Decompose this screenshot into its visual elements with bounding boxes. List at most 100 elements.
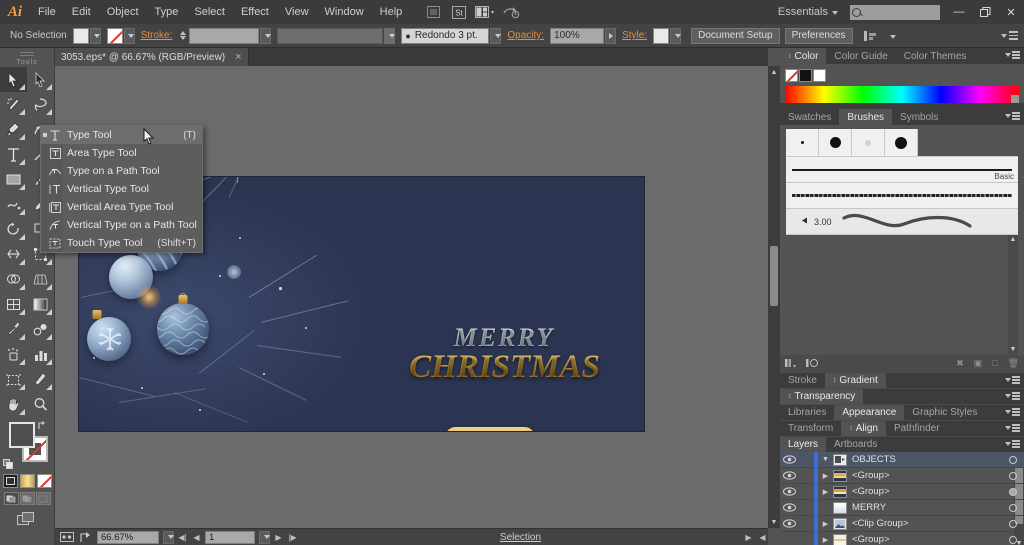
brush-item-basic[interactable]: Basic (786, 157, 1018, 183)
brush-item-charcoal[interactable] (786, 183, 1018, 209)
style-dropdown[interactable] (670, 27, 682, 44)
default-fill-stroke-icon[interactable] (3, 459, 14, 470)
next-artboard-icon[interactable]: ▶ (273, 531, 284, 544)
lasso-tool[interactable] (27, 92, 54, 117)
layer-row-clip-group[interactable]: ▶ <Clip Group> (780, 515, 1024, 532)
layer-name[interactable]: <Clip Group> (852, 518, 1002, 529)
shop-now-button[interactable]: SHOP NOW! (445, 427, 535, 431)
visibility-eye-icon[interactable] (780, 471, 799, 480)
tab-color-themes[interactable]: Color Themes (895, 48, 975, 64)
draw-inside-button[interactable] (35, 492, 51, 505)
close-button[interactable]: ✕ (998, 0, 1024, 24)
prev-artboard-icon[interactable]: ◀ (191, 531, 202, 544)
stroke-color-swatch[interactable] (106, 27, 123, 44)
swap-fill-stroke-icon[interactable] (37, 420, 48, 434)
draw-normal-button[interactable] (3, 492, 19, 505)
expand-arrow-icon[interactable]: ▶ (818, 472, 833, 480)
tab-color[interactable]: ↕ Color (780, 48, 827, 64)
flyout-item-touch-type-tool[interactable]: Touch Type Tool (Shift+T) (41, 234, 202, 252)
arrange-documents-icon[interactable] (474, 3, 496, 21)
target-indicator[interactable] (1002, 471, 1024, 480)
artboard-tool[interactable] (0, 367, 27, 392)
eyedropper-tool[interactable] (0, 317, 27, 342)
expand-arrow-icon[interactable]: ▶ (818, 520, 833, 528)
document-setup-button[interactable]: Document Setup (691, 27, 780, 44)
brush-item-dot-large[interactable] (885, 129, 918, 156)
scroll-down-icon[interactable]: ▼ (768, 516, 780, 528)
stroke-weight-field[interactable] (189, 27, 260, 44)
stock-icon[interactable]: St (448, 3, 470, 21)
brush-libraries-menu-icon[interactable] (785, 358, 799, 370)
delete-brush-icon[interactable]: 🗑 (1008, 358, 1019, 369)
tab-stroke[interactable]: Stroke (780, 372, 825, 389)
tab-color-guide[interactable]: Color Guide (826, 48, 896, 64)
menu-object[interactable]: Object (99, 0, 147, 24)
tab-graphic-styles[interactable]: Graphic Styles (904, 404, 986, 421)
opacity-field[interactable]: 100% (550, 27, 605, 44)
tab-gradient[interactable]: ↕ Gradient (824, 372, 886, 389)
stroke-label[interactable]: Stroke: (135, 30, 179, 41)
target-indicator[interactable] (1002, 487, 1024, 496)
change-screen-mode-button[interactable] (0, 512, 54, 527)
align-panel-menu-icon[interactable] (1005, 424, 1020, 432)
zoom-level-dropdown[interactable] (163, 530, 174, 544)
tab-transparency[interactable]: ↕ Transparency (780, 388, 864, 405)
align-icon[interactable] (860, 27, 882, 45)
menu-view[interactable]: View (277, 0, 317, 24)
shape-builder-tool[interactable] (0, 267, 27, 292)
stroke-profile-field[interactable] (277, 27, 384, 44)
layer-row-group-1[interactable]: ▶ <Group> (780, 467, 1024, 484)
gradient-tool[interactable] (27, 292, 54, 317)
brushes-panel-menu-icon[interactable] (1005, 112, 1020, 120)
layer-name[interactable]: MERRY (852, 502, 1002, 513)
pen-tool[interactable] (0, 117, 27, 142)
brush-item-dot-medium[interactable] (819, 129, 852, 156)
target-indicator[interactable] (1002, 455, 1024, 464)
sync-settings-icon[interactable] (500, 3, 522, 21)
stroke-weight-dropdown[interactable] (260, 27, 272, 44)
remove-brush-stroke-icon[interactable]: ✖ (956, 358, 964, 369)
artboard-number-field[interactable]: 1 (205, 530, 255, 544)
brush-definition-dropdown[interactable] (490, 27, 502, 44)
column-graph-tool[interactable] (27, 342, 54, 367)
tools-panel-grip[interactable] (0, 48, 54, 57)
stroke-dropdown[interactable] (123, 27, 135, 44)
restore-button[interactable] (972, 0, 998, 24)
direct-selection-tool[interactable] (27, 67, 54, 92)
visibility-eye-icon[interactable] (780, 519, 799, 528)
layer-row-group-3[interactable]: ▶ <Group> (780, 531, 1024, 545)
tab-layers[interactable]: Layers (780, 436, 827, 453)
menu-select[interactable]: Select (186, 0, 233, 24)
layer-name[interactable]: <Group> (852, 470, 1002, 481)
shaper-tool[interactable] (0, 192, 27, 217)
document-tab[interactable]: 3053.eps* @ 66.67% (RGB/Preview) × (55, 48, 249, 66)
target-indicator[interactable] (1002, 503, 1024, 512)
swatch-none[interactable] (785, 69, 798, 82)
layer-name[interactable]: <Group> (852, 486, 1002, 497)
workspace-switcher[interactable]: Essentials (774, 6, 842, 18)
brush-options-icon[interactable]: ▣ (974, 358, 983, 369)
align-dropdown[interactable] (886, 30, 896, 42)
tab-appearance[interactable]: Appearance (834, 404, 905, 421)
visibility-eye-icon[interactable] (780, 487, 799, 496)
slice-tool[interactable] (27, 367, 54, 392)
style-label[interactable]: Style: (616, 30, 653, 41)
zoom-level-field[interactable]: 66.67% (97, 530, 159, 544)
appearance-panel-menu-icon[interactable] (1005, 408, 1020, 416)
symbol-sprayer-tool[interactable] (0, 342, 27, 367)
brush-definition-field[interactable]: ● Redondo 3 pt. (401, 27, 490, 44)
visibility-eye-icon[interactable] (780, 455, 799, 464)
flyout-item-type-tool[interactable]: Type Tool (T) (41, 126, 202, 144)
layer-row-objects[interactable]: ▼ OBJECTS (780, 451, 1024, 468)
canvas-vertical-scrollbar[interactable]: ▲ ▼ (768, 66, 780, 528)
target-indicator[interactable] (1002, 535, 1024, 544)
flyout-item-vertical-type-on-a-path-tool[interactable]: Vertical Type on a Path Tool (41, 216, 202, 234)
first-artboard-icon[interactable]: ◀| (177, 531, 188, 544)
fill-dropdown[interactable] (89, 27, 101, 44)
bridge-icon[interactable] (422, 3, 444, 21)
status-resize-icon[interactable]: ◀ (757, 531, 768, 544)
status-menu-icon[interactable]: ▶ (743, 531, 754, 544)
brush-item-dot-small[interactable] (786, 129, 819, 156)
menu-edit[interactable]: Edit (64, 0, 99, 24)
tab-swatches[interactable]: Swatches (780, 109, 840, 125)
